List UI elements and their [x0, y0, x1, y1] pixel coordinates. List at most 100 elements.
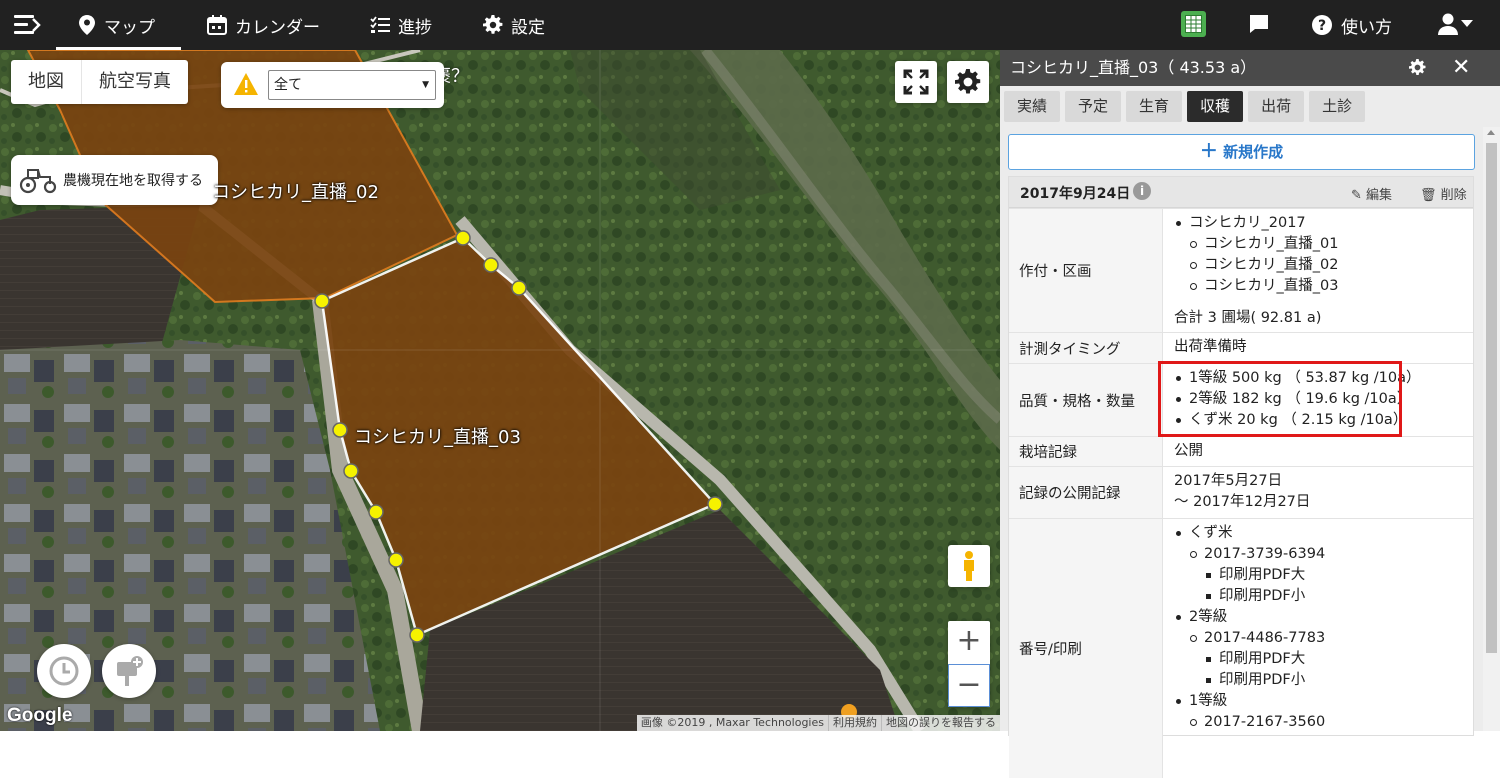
row-timing: 計測タイミング 出荷準備時: [1009, 332, 1473, 363]
help-label: 使い方: [1341, 17, 1392, 38]
harvest-record-card: 2017年9月24日 i ✎ 編集 🗑 削除 作付・区画 コシヒカリ_2017 …: [1008, 176, 1474, 778]
field-total: 合計 3 圃場( 92.81 a): [1174, 310, 1322, 326]
chat-icon[interactable]: [1248, 13, 1270, 35]
get-machine-location-button[interactable]: 農機現在地を取得する: [11, 155, 218, 205]
top-navbar: マップ カレンダー 進捗 設定 ? 使い方: [0, 0, 1500, 50]
nav-settings[interactable]: 設定: [483, 0, 545, 50]
report-error-link[interactable]: 地図の誤りを報告する: [881, 715, 1000, 731]
new-record-label: 新規作成: [1223, 143, 1284, 161]
scroll-up-arrow-icon[interactable]: [1487, 130, 1495, 135]
help-circle-icon: ?: [1312, 15, 1332, 35]
gear-icon[interactable]: [1409, 59, 1426, 76]
street-view-button[interactable]: [948, 545, 990, 587]
row-timing-key: 計測タイミング: [1009, 333, 1163, 363]
map-pin-icon: [79, 15, 95, 35]
zoom-out-button[interactable]: −: [948, 664, 990, 707]
spreadsheet-icon[interactable]: [1181, 11, 1206, 37]
tab-soil[interactable]: 土診: [1309, 91, 1366, 122]
get-machine-location-label: 農機現在地を取得する: [63, 173, 203, 189]
panel-header: コシヒカリ_直播_03（ 43.53 a） ✕: [1000, 50, 1500, 86]
tractor-icon: [19, 169, 57, 194]
row-public: 記録の公開記録 2017年5月27日 ～ 2017年12月27日: [1009, 466, 1473, 518]
checklist-icon: [370, 16, 390, 33]
panel-tabs: 実績 予定 生育 収穫 出荷 土診: [1004, 91, 1366, 122]
tab-results[interactable]: 実績: [1004, 91, 1061, 122]
map-settings-button[interactable]: [947, 61, 989, 103]
user-menu[interactable]: [1438, 12, 1473, 36]
row-public-key: 記録の公開記録: [1009, 467, 1163, 518]
fullscreen-button[interactable]: [895, 61, 937, 103]
select-caret-icon: ▼: [422, 80, 429, 90]
alert-filter: 全て ▼: [221, 62, 444, 108]
field-label-02: コシヒカリ_直播_02: [212, 182, 379, 203]
satellite-imagery: [0, 50, 1000, 731]
caret-down-icon: [1461, 20, 1473, 27]
map-type-switch: 地図 航空写真: [11, 60, 188, 104]
terms-link[interactable]: 利用規約: [828, 715, 881, 731]
edit-icon: ✎: [1351, 188, 1362, 203]
trash-icon: 🗑: [1420, 188, 1437, 203]
row-cultivation-key: 栽培記録: [1009, 437, 1163, 466]
info-icon[interactable]: i: [1133, 182, 1151, 200]
row-print-key: 番号/印刷: [1009, 519, 1163, 778]
gear-icon: [483, 15, 503, 34]
tab-growth[interactable]: 生育: [1126, 91, 1183, 122]
sidebar-toggle-icon[interactable]: [14, 13, 41, 37]
warning-icon: [234, 73, 258, 95]
public-from: 2017年5月27日: [1174, 473, 1283, 489]
map-type-map[interactable]: 地図: [11, 60, 81, 104]
zoom-in-button[interactable]: +: [948, 621, 990, 664]
edit-button[interactable]: ✎ 編集: [1351, 184, 1392, 203]
print-number: 2017-3739-6394: [1174, 544, 1473, 565]
row-print: 番号/印刷 くず米 2017-3739-6394 印刷用PDF大 印刷用PDF小…: [1009, 518, 1473, 778]
history-button[interactable]: [37, 644, 91, 698]
new-record-button[interactable]: ＋ 新規作成: [1008, 134, 1475, 170]
filter-select[interactable]: 全て ▼: [268, 70, 436, 100]
edit-label: 編集: [1366, 188, 1393, 203]
nav-map[interactable]: マップ: [56, 0, 181, 50]
record-header: 2017年9月24日 i ✎ 編集 🗑 削除: [1009, 177, 1473, 208]
zoom-controls: + −: [948, 621, 990, 707]
nav-progress[interactable]: 進捗: [370, 0, 432, 50]
map-view[interactable]: 褒？ 地図 航空写真 全て ▼ 農機現在地を取得する コシヒカリ_直播_02 コ…: [0, 50, 1000, 731]
clock-icon: [49, 656, 79, 686]
calendar-icon: [207, 15, 227, 35]
filter-select-value: 全て: [274, 77, 302, 93]
print-pdf-large-link[interactable]: 印刷用PDF大: [1174, 565, 1473, 586]
print-pdf-large-link[interactable]: 印刷用PDF大: [1174, 649, 1473, 670]
field-label-03: コシヒカリ_直播_03: [354, 427, 521, 448]
add-marker-button[interactable]: [102, 644, 156, 698]
google-logo: Google: [7, 705, 73, 726]
close-icon[interactable]: ✕: [1452, 50, 1470, 86]
delete-button[interactable]: 🗑 削除: [1420, 184, 1467, 203]
print-grade: 1等級: [1174, 691, 1473, 712]
imagery-credit: 画像 ©2019 , Maxar Technologies: [640, 716, 824, 729]
section-item: コシヒカリ_直播_01: [1174, 234, 1473, 255]
fullscreen-icon: [903, 69, 929, 95]
nav-calendar-label: カレンダー: [235, 17, 320, 38]
svg-text:?: ?: [1318, 18, 1326, 34]
section-item: コシヒカリ_直播_02: [1174, 255, 1473, 276]
row-cultivation: 栽培記録 公開: [1009, 436, 1473, 466]
section-item: コシヒカリ_直播_03: [1174, 276, 1473, 297]
print-pdf-small-link[interactable]: 印刷用PDF小: [1174, 586, 1473, 607]
tab-harvest[interactable]: 収穫: [1187, 91, 1244, 122]
add-pin-icon: [117, 656, 143, 686]
delete-label: 削除: [1440, 188, 1467, 203]
public-to: ～ 2017年12月27日: [1174, 494, 1311, 510]
map-type-satellite[interactable]: 航空写真: [81, 60, 188, 104]
tab-plan[interactable]: 予定: [1065, 91, 1122, 122]
nav-calendar[interactable]: カレンダー: [207, 0, 320, 50]
record-date: 2017年9月24日: [1020, 186, 1131, 202]
nav-map-label: マップ: [104, 17, 155, 38]
plus-icon: ＋: [1199, 141, 1218, 162]
help-link[interactable]: ? 使い方: [1311, 0, 1392, 50]
cultivation-value: 公開: [1174, 443, 1203, 459]
tab-shipment[interactable]: 出荷: [1248, 91, 1305, 122]
print-pdf-small-link[interactable]: 印刷用PDF小: [1174, 670, 1473, 691]
print-grade: くず米: [1174, 523, 1473, 544]
panel-scroll-thumb[interactable]: [1486, 143, 1497, 653]
user-icon: [1438, 13, 1458, 35]
pegman-icon: [964, 551, 974, 581]
panel-title: コシヒカリ_直播_03（ 43.53 a）: [1010, 58, 1257, 77]
